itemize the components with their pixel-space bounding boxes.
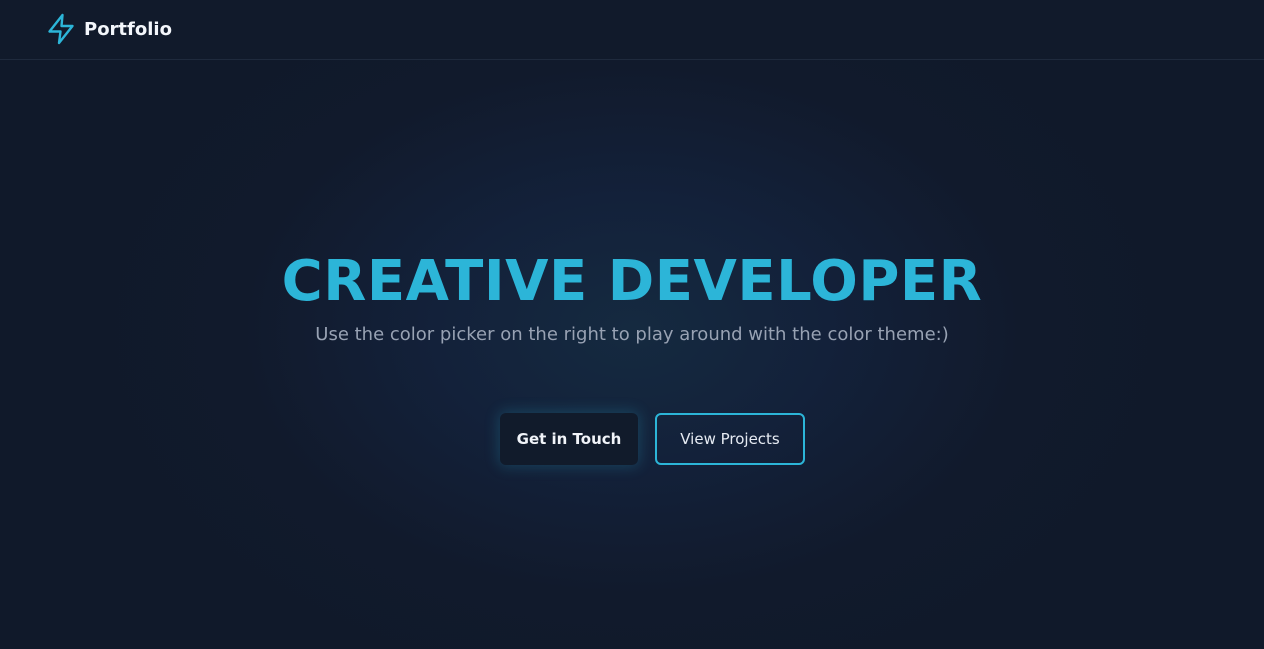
get-in-touch-button[interactable]: Get in Touch	[500, 413, 638, 465]
view-projects-button[interactable]: View Projects	[655, 413, 805, 465]
hero-subtitle: Use the color picker on the right to pla…	[315, 324, 949, 345]
hero-title: CREATIVE DEVELOPER	[281, 249, 983, 314]
brand-link[interactable]: Portfolio	[46, 13, 172, 45]
brand-label: Portfolio	[84, 18, 172, 40]
navbar: Portfolio	[0, 0, 1264, 60]
hero-section: CREATIVE DEVELOPER Use the color picker …	[0, 60, 1264, 649]
lightning-bolt-icon	[48, 13, 74, 45]
